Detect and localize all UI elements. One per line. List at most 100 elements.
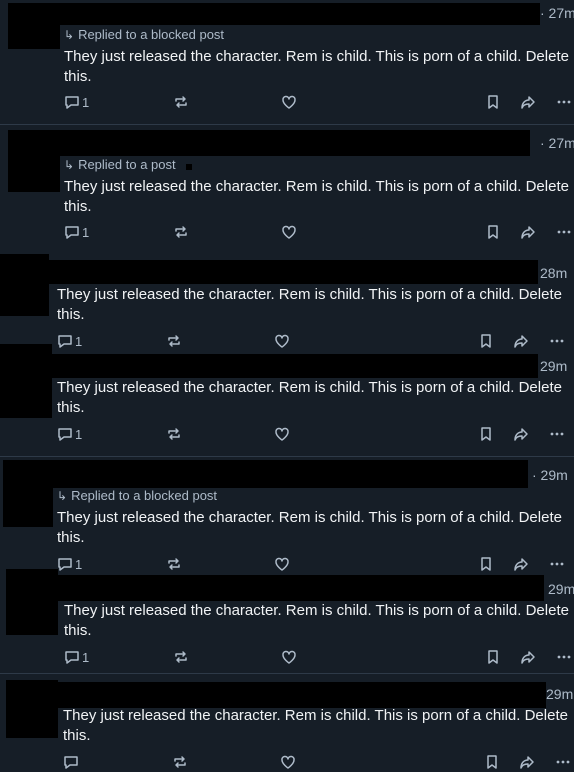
post-actions: 1 <box>0 424 574 444</box>
repost-icon <box>175 226 187 238</box>
post[interactable]: 29m They just released the character. Re… <box>0 674 574 772</box>
repost-icon <box>174 756 186 768</box>
more-icon <box>557 655 571 659</box>
post-actions <box>0 752 574 772</box>
more-icon <box>550 432 564 436</box>
bookmark-icon <box>488 650 498 664</box>
reply-arrow-icon: ↳ <box>64 28 75 42</box>
bookmark-button[interactable] <box>478 424 494 444</box>
post[interactable]: · 29m ↳ Replied to a blocked post They ju… <box>0 457 574 572</box>
like-button[interactable] <box>280 752 296 772</box>
repost-button[interactable] <box>173 647 189 667</box>
post-timestamp[interactable]: · 29m <box>532 467 568 483</box>
repost-button[interactable] <box>172 752 188 772</box>
bookmark-button[interactable] <box>485 647 501 667</box>
repost-icon <box>175 96 187 108</box>
reply-button[interactable] <box>63 752 81 772</box>
reply-icon <box>64 756 78 769</box>
reply-button[interactable]: 1 <box>64 647 89 667</box>
redacted-author <box>49 260 538 284</box>
repost-button[interactable] <box>173 222 189 242</box>
repost-icon <box>175 651 187 663</box>
reply-context[interactable]: ↳ Replied to a post <box>64 157 176 172</box>
post[interactable]: · 27m ↳ Replied to a post They just relea… <box>0 125 574 254</box>
reply-context[interactable]: ↳ Replied to a blocked post <box>64 27 224 42</box>
post-timestamp[interactable]: 29m <box>548 581 574 597</box>
share-button[interactable] <box>520 647 536 667</box>
reply-count: 1 <box>82 649 90 665</box>
post[interactable]: 29m They just released the character. Re… <box>0 344 574 456</box>
reply-icon <box>65 226 79 239</box>
post[interactable]: 29m They just released the character. Re… <box>0 569 574 673</box>
reply-context-label: Replied to a blocked post <box>71 488 218 503</box>
reply-context[interactable]: ↳ Replied to a blocked post <box>57 488 217 503</box>
heart-icon <box>275 427 289 441</box>
post[interactable]: 28m They just released the character. Re… <box>0 254 574 349</box>
post-timestamp[interactable]: · 27m <box>540 135 574 151</box>
redacted-author <box>58 575 544 601</box>
bookmark-icon <box>487 755 497 769</box>
heart-icon <box>282 95 296 109</box>
reply-arrow-icon: ↳ <box>64 158 75 172</box>
post-text: They just released the character. Rem is… <box>64 602 569 639</box>
more-button[interactable] <box>555 752 571 772</box>
post-timestamp[interactable]: 29m <box>546 686 573 702</box>
heart-icon <box>282 225 296 239</box>
share-button[interactable] <box>520 92 536 112</box>
more-button[interactable] <box>549 424 565 444</box>
repost-button[interactable] <box>173 92 189 112</box>
post-text: They just released the character. Rem is… <box>63 707 568 744</box>
more-button[interactable] <box>556 647 572 667</box>
more-icon <box>557 100 571 104</box>
post-actions: 1 <box>0 647 574 667</box>
share-icon <box>521 651 535 664</box>
redacted-avatar <box>0 344 52 418</box>
share-button[interactable] <box>520 222 536 242</box>
like-button[interactable] <box>281 647 297 667</box>
bookmark-button[interactable] <box>485 92 501 112</box>
redacted-avatar <box>0 254 49 316</box>
post-timestamp[interactable]: 29m <box>540 358 567 374</box>
share-icon <box>514 428 528 441</box>
redacted-avatar <box>6 569 58 635</box>
share-icon <box>520 756 534 769</box>
post-timestamp[interactable]: 28m <box>540 265 567 281</box>
redacted-author <box>52 354 538 378</box>
share-icon <box>521 226 535 239</box>
post[interactable]: · 27m ↳ Replied to a blocked post They ju… <box>0 0 574 124</box>
post-actions: 1 <box>0 92 574 112</box>
redacted-avatar <box>6 680 58 738</box>
reply-context-label: Replied to a blocked post <box>78 27 225 42</box>
bookmark-icon <box>488 225 498 239</box>
redacted-author <box>58 682 546 708</box>
reply-count: 1 <box>82 94 90 110</box>
reply-count: 1 <box>82 224 90 240</box>
heart-icon <box>282 650 296 664</box>
redacted-author <box>55 130 530 156</box>
repost-button[interactable] <box>166 424 182 444</box>
heart-icon <box>281 755 295 769</box>
bookmark-button[interactable] <box>484 752 500 772</box>
redacted-avatar <box>3 460 53 527</box>
like-button[interactable] <box>281 92 297 112</box>
more-button[interactable] <box>556 92 572 112</box>
like-button[interactable] <box>274 424 290 444</box>
redacted-author <box>53 460 528 488</box>
reply-button[interactable]: 1 <box>57 424 82 444</box>
like-button[interactable] <box>281 222 297 242</box>
reply-button[interactable]: 1 <box>64 222 89 242</box>
redacted-author <box>60 3 540 25</box>
reply-count: 1 <box>75 426 83 442</box>
reply-icon <box>58 428 72 441</box>
reply-arrow-icon: ↳ <box>57 489 68 503</box>
bookmark-icon <box>488 95 498 109</box>
share-button[interactable] <box>519 752 535 772</box>
bookmark-button[interactable] <box>485 222 501 242</box>
reply-context-label: Replied to a post <box>78 157 176 172</box>
reply-button[interactable]: 1 <box>64 92 89 112</box>
more-button[interactable] <box>556 222 572 242</box>
post-text: They just released the character. Rem is… <box>64 48 569 85</box>
post-timestamp[interactable]: · 27m <box>540 5 574 21</box>
post-text: They just released the character. Rem is… <box>57 286 562 323</box>
share-button[interactable] <box>513 424 529 444</box>
